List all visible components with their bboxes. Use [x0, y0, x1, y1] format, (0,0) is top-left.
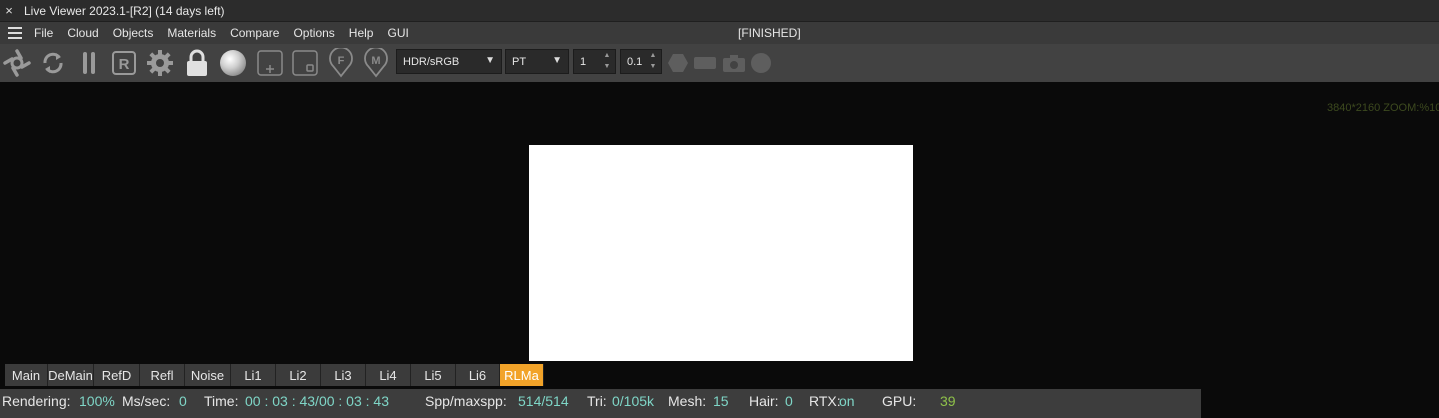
svg-text:R: R — [119, 56, 130, 73]
spin-2-value: 0.1 — [627, 55, 643, 68]
circle-icon[interactable] — [746, 48, 776, 78]
gpu-value: 39 — [940, 393, 956, 409]
close-icon[interactable]: × — [0, 3, 18, 18]
menu-file[interactable]: File — [27, 26, 60, 40]
menu-options[interactable]: Options — [286, 26, 341, 40]
hamburger-menu-icon[interactable] — [3, 22, 27, 45]
tab-li2[interactable]: Li2 — [276, 364, 321, 386]
menu-gui[interactable]: GUI — [380, 26, 415, 40]
settings-gear-icon[interactable] — [145, 48, 175, 78]
chevron-down-icon: ▼ — [485, 55, 495, 66]
render-canvas[interactable] — [529, 145, 913, 361]
tab-li3[interactable]: Li3 — [321, 364, 366, 386]
hexagon-icon[interactable] — [663, 48, 693, 78]
resolution-zoom-info: 3840*2160 ZOOM:%10 — [1327, 102, 1439, 114]
restart-render-icon[interactable] — [38, 48, 68, 78]
tab-refd[interactable]: RefD — [94, 364, 140, 386]
rectangle-icon[interactable] — [690, 48, 720, 78]
kernel-select[interactable]: PT ▼ — [505, 49, 569, 74]
color-space-select[interactable]: HDR/sRGB ▼ — [396, 49, 502, 74]
mesh-label: Mesh: — [668, 393, 707, 409]
tri-label: Tri: — [587, 393, 607, 409]
menu-objects[interactable]: Objects — [106, 26, 161, 40]
render-pass-tabs: Main DeMain RefD Refl Noise Li1 Li2 Li3 … — [5, 364, 544, 386]
tri-value: 0/105k — [612, 393, 655, 409]
material-pick-icon[interactable]: M — [361, 48, 391, 78]
kernel-value: PT — [512, 55, 527, 68]
menu-compare[interactable]: Compare — [223, 26, 286, 40]
pause-icon[interactable] — [74, 48, 104, 78]
hair-value: 0 — [785, 393, 793, 409]
hair-label: Hair: — [749, 393, 779, 409]
rtx-label: RTX: — [809, 393, 841, 409]
time-label: Time: — [204, 393, 239, 409]
rendering-value: 100% — [79, 393, 115, 409]
tab-li4[interactable]: Li4 — [366, 364, 411, 386]
tab-refl[interactable]: Refl — [140, 364, 185, 386]
menu-help[interactable]: Help — [342, 26, 381, 40]
material-sphere-icon[interactable] — [218, 48, 248, 78]
small-region-icon[interactable] — [290, 48, 320, 78]
rendering-label: Rendering: — [2, 393, 71, 409]
spin-1-value: 1 — [580, 55, 587, 68]
toolbar: R F M HDR/sRGB ▼ PT ▼ 1 ▲ ▼ 0.1 ▲ ▼ — [0, 44, 1439, 82]
svg-text:M: M — [371, 55, 380, 67]
tab-noise[interactable]: Noise — [185, 364, 231, 386]
spin-input-2[interactable]: 0.1 ▲ ▼ — [620, 49, 662, 74]
region-render-icon[interactable]: R — [109, 48, 139, 78]
recenter-icon[interactable] — [2, 48, 32, 78]
spin-arrows-icon[interactable]: ▲ ▼ — [602, 52, 612, 71]
chevron-down-icon: ▼ — [552, 55, 562, 66]
svg-text:F: F — [338, 55, 345, 67]
title-bar: × Live Viewer 2023.1-[R2] (14 days left) — [0, 0, 1439, 21]
spin-input-1[interactable]: 1 ▲ ▼ — [573, 49, 616, 74]
mssec-value: 0 — [179, 393, 187, 409]
color-space-value: HDR/sRGB — [403, 55, 460, 68]
tab-li5[interactable]: Li5 — [411, 364, 456, 386]
tab-main[interactable]: Main — [5, 364, 48, 386]
window-title: Live Viewer 2023.1-[R2] (14 days left) — [24, 3, 225, 18]
spp-label: Spp/maxspp: — [425, 393, 507, 409]
menu-bar: File Cloud Objects Materials Compare Opt… — [0, 21, 1439, 44]
lock-icon[interactable] — [182, 48, 212, 78]
spin-arrows-icon[interactable]: ▲ ▼ — [648, 52, 658, 71]
tab-rlma[interactable]: RLMa — [500, 364, 544, 386]
render-status-label: [FINISHED] — [738, 26, 801, 40]
tab-demain[interactable]: DeMain — [48, 364, 94, 386]
rtx-value: on — [839, 393, 855, 409]
camera-icon[interactable] — [719, 48, 749, 78]
status-bar: Rendering: 100% Ms/sec: 0 Time: 00 : 03 … — [0, 389, 1201, 418]
tab-li1[interactable]: Li1 — [231, 364, 276, 386]
tab-li6[interactable]: Li6 — [456, 364, 500, 386]
menu-materials[interactable]: Materials — [160, 26, 223, 40]
gpu-label: GPU: — [882, 393, 917, 409]
spp-value: 514/514 — [518, 393, 569, 409]
mssec-label: Ms/sec: — [122, 393, 171, 409]
menu-cloud[interactable]: Cloud — [60, 26, 105, 40]
time-value: 00 : 03 : 43/00 : 03 : 43 — [245, 393, 389, 409]
add-region-icon[interactable] — [255, 48, 285, 78]
mesh-value: 15 — [713, 393, 729, 409]
focus-pick-icon[interactable]: F — [326, 48, 356, 78]
